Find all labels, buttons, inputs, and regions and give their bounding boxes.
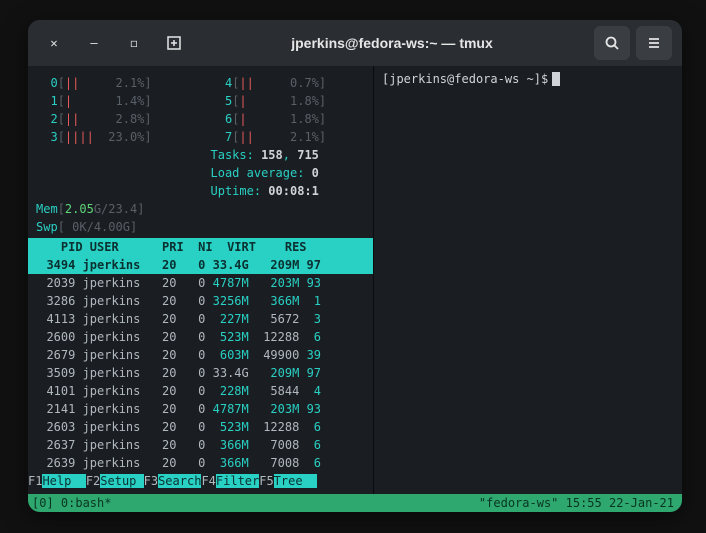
swap-meter: Swp[ 0K/4.00G] (36, 218, 365, 236)
process-row[interactable]: 2679 jperkins 20 0 603M 49900 39 (28, 346, 373, 364)
terminal-window: ✕ — ◻ jperkins@fedora-ws:~ — tmux (28, 20, 682, 512)
cursor (552, 72, 560, 86)
tmux-status-right: "fedora-ws" 15:55 22-Jan-21 (479, 496, 682, 510)
cpu-meter-0: 0[|| 2.1%] (36, 74, 191, 92)
cpu-meter-4: 4[|| 0.7%] (211, 74, 366, 92)
process-table-header[interactable]: PID USER PRI NI VIRT RES (28, 238, 373, 256)
process-row[interactable]: 2141 jperkins 20 0 4787M 203M 93 (28, 400, 373, 418)
tmux-status-left: [0] 0:bash* (28, 496, 111, 510)
fn-f1-label[interactable]: Help (42, 474, 85, 488)
process-row[interactable]: 3509 jperkins 20 0 33.4G 209M 97 (28, 364, 373, 382)
terminal-body: 0[|| 2.1%] 1[| 1.4%] 2[|| 2.8%] 3[|||| 2… (28, 66, 682, 512)
search-icon (604, 35, 620, 51)
process-row[interactable]: 4101 jperkins 20 0 228M 5844 4 (28, 382, 373, 400)
load-line: Load average: 0 (211, 164, 366, 182)
htop-pane[interactable]: 0[|| 2.1%] 1[| 1.4%] 2[|| 2.8%] 3[|||| 2… (28, 66, 374, 494)
tasks-line: Tasks: 158, 715 (211, 146, 366, 164)
fn-f2[interactable]: F2 (86, 474, 100, 488)
fn-f4-label[interactable]: Filter (216, 474, 259, 488)
mem-meter: Mem[2.05G/23.4] (36, 200, 365, 218)
cpu-meter-1: 1[| 1.4%] (36, 92, 191, 110)
fn-f4[interactable]: F4 (201, 474, 215, 488)
cpu-meter-2: 2[|| 2.8%] (36, 110, 191, 128)
shell-prompt: [jperkins@fedora-ws ~]$ (382, 72, 674, 86)
process-row[interactable]: 2603 jperkins 20 0 523M 12288 6 (28, 418, 373, 436)
function-key-bar[interactable]: F1Help F2Setup F3SearchF4FilterF5Tree (28, 472, 373, 490)
close-button[interactable]: ✕ (38, 27, 70, 59)
process-row[interactable]: 3494 jperkins 20 0 33.4G 209M 97 (28, 256, 373, 274)
tmux-status-bar: [0] 0:bash* "fedora-ws" 15:55 22-Jan-21 (28, 494, 682, 512)
cpu-meter-3: 3[|||| 23.0%] (36, 128, 191, 146)
htop-meters: 0[|| 2.1%] 1[| 1.4%] 2[|| 2.8%] 3[|||| 2… (28, 66, 373, 238)
new-tab-icon (166, 35, 182, 51)
process-row[interactable]: 2637 jperkins 20 0 366M 7008 6 (28, 436, 373, 454)
hamburger-icon (646, 35, 662, 51)
new-tab-button[interactable] (158, 27, 190, 59)
menu-button[interactable] (636, 26, 672, 60)
fn-f3-label[interactable]: Search (158, 474, 201, 488)
fn-f5-label[interactable]: Tree (274, 474, 317, 488)
cpu-meter-6: 6[| 1.8%] (211, 110, 366, 128)
cpu-meter-5: 5[| 1.8%] (211, 92, 366, 110)
process-table[interactable]: 3494 jperkins 20 0 33.4G 209M 97 2039 jp… (28, 256, 373, 472)
shell-pane[interactable]: [jperkins@fedora-ws ~]$ (374, 66, 682, 494)
window-title: jperkins@fedora-ws:~ — tmux (198, 35, 586, 51)
minimize-button[interactable]: — (78, 27, 110, 59)
fn-f1[interactable]: F1 (28, 474, 42, 488)
process-row[interactable]: 3286 jperkins 20 0 3256M 366M 1 (28, 292, 373, 310)
fn-f5[interactable]: F5 (259, 474, 273, 488)
fn-f3[interactable]: F3 (144, 474, 158, 488)
cpu-meter-7: 7[|| 2.1%] (211, 128, 366, 146)
process-row[interactable]: 2639 jperkins 20 0 366M 7008 6 (28, 454, 373, 472)
process-row[interactable]: 2600 jperkins 20 0 523M 12288 6 (28, 328, 373, 346)
uptime-line: Uptime: 00:08:1 (211, 182, 366, 200)
search-button[interactable] (594, 26, 630, 60)
titlebar: ✕ — ◻ jperkins@fedora-ws:~ — tmux (28, 20, 682, 66)
maximize-button[interactable]: ◻ (118, 27, 150, 59)
process-row[interactable]: 2039 jperkins 20 0 4787M 203M 93 (28, 274, 373, 292)
fn-f2-label[interactable]: Setup (100, 474, 143, 488)
process-row[interactable]: 4113 jperkins 20 0 227M 5672 3 (28, 310, 373, 328)
